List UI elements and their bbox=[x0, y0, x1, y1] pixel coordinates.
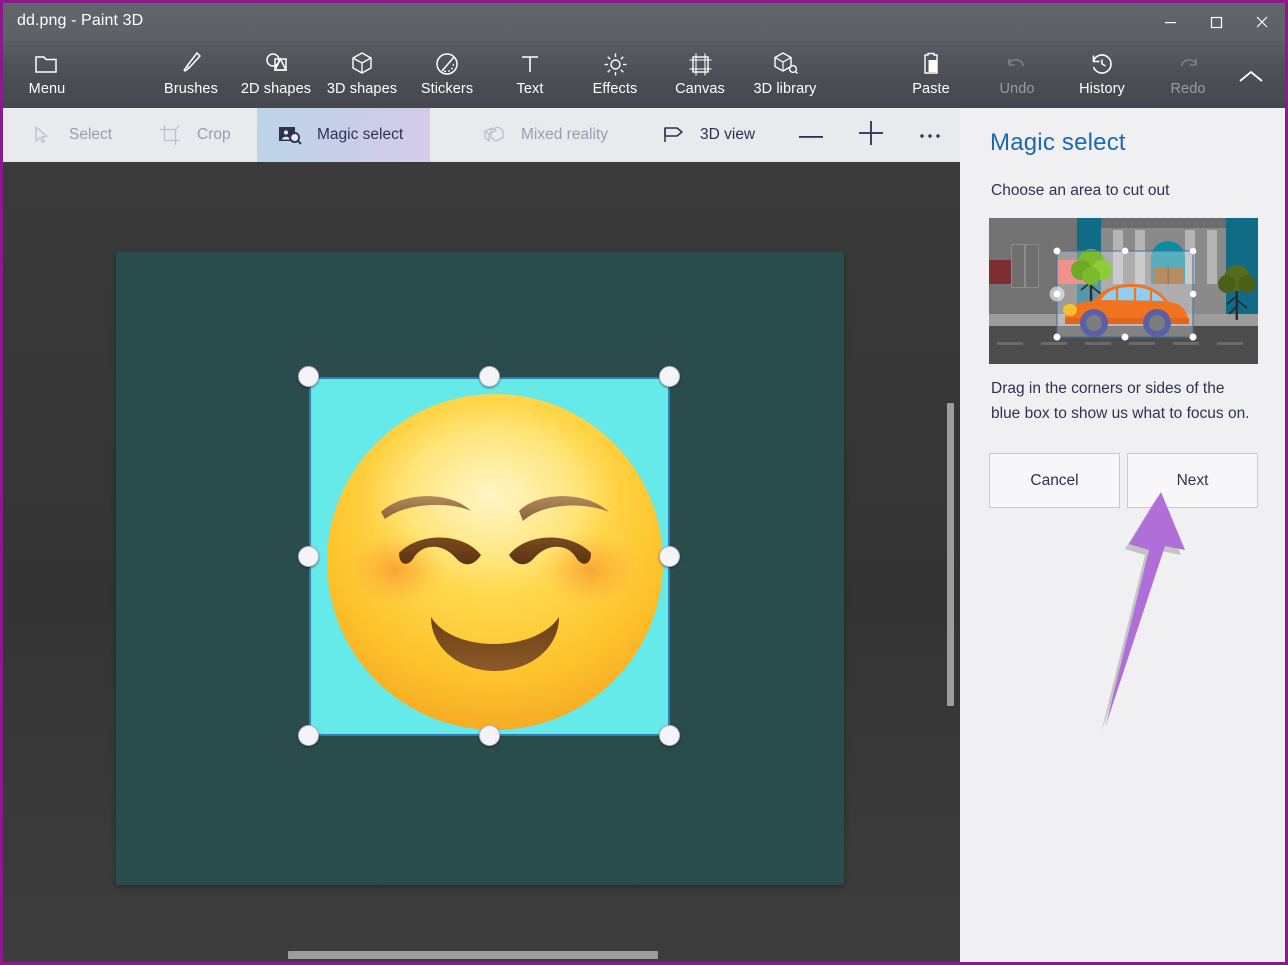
next-button[interactable]: Next bbox=[1127, 453, 1258, 508]
toolbar-item-select[interactable]: Select bbox=[17, 108, 137, 162]
ribbon-item-brushes[interactable]: Brushes bbox=[153, 41, 229, 108]
ribbon-label: Effects bbox=[593, 81, 638, 97]
canvas-horizontal-scrollbar[interactable] bbox=[288, 951, 658, 959]
minus-icon bbox=[799, 126, 823, 144]
canvas-vertical-scrollbar[interactable] bbox=[947, 403, 954, 706]
selection-handle-middle-left[interactable] bbox=[298, 546, 319, 567]
toolbar-label: Select bbox=[69, 126, 112, 144]
crop-icon bbox=[155, 124, 185, 146]
ribbon-label: Stickers bbox=[421, 81, 473, 97]
mixed-reality-icon bbox=[479, 125, 509, 145]
magic-select-panel: Magic select Choose an area to cut out bbox=[960, 108, 1285, 962]
selection-handle-top-right[interactable] bbox=[659, 366, 680, 387]
3d-view-icon bbox=[658, 125, 688, 145]
ribbon-item-paste[interactable]: Paste bbox=[895, 41, 967, 108]
minimize-icon bbox=[1164, 16, 1177, 29]
history-icon bbox=[1089, 49, 1115, 79]
toolbar-label: Magic select bbox=[317, 126, 403, 144]
ribbon-label: Brushes bbox=[164, 81, 218, 97]
chevron-up-icon bbox=[1237, 69, 1265, 90]
toolbar-item-magic-select[interactable]: Magic select bbox=[257, 108, 430, 162]
ribbon-label: Undo bbox=[999, 81, 1034, 97]
magic-select-selection-box[interactable] bbox=[309, 377, 670, 736]
panel-help-text: Drag in the corners or sides of the blue… bbox=[991, 376, 1257, 426]
ribbon-label: History bbox=[1079, 81, 1125, 97]
magic-select-preview-thumbnail bbox=[989, 218, 1258, 364]
ribbon-label: Canvas bbox=[675, 81, 725, 97]
toolbar-label: Crop bbox=[197, 126, 231, 144]
brush-icon bbox=[179, 49, 203, 79]
ribbon-label: Paste bbox=[912, 81, 950, 97]
ribbon-label: Menu bbox=[29, 81, 66, 97]
ribbon-item-2d-shapes[interactable]: 2D shapes bbox=[231, 41, 321, 108]
ellipsis-icon bbox=[919, 126, 943, 144]
stickers-icon bbox=[435, 49, 460, 79]
cancel-button[interactable]: Cancel bbox=[989, 453, 1120, 508]
3d-library-icon bbox=[772, 49, 799, 79]
ribbon-item-canvas[interactable]: Canvas bbox=[661, 41, 739, 108]
ribbon-item-3d-shapes[interactable]: 3D shapes bbox=[317, 41, 407, 108]
selection-handle-top-center[interactable] bbox=[479, 366, 500, 387]
ribbon-label: 2D shapes bbox=[241, 81, 311, 97]
canvas-icon bbox=[688, 49, 713, 79]
toolbar-item-mixed-reality[interactable]: Mixed reality bbox=[469, 108, 634, 162]
2d-shapes-icon bbox=[262, 49, 290, 79]
selection-handle-middle-right[interactable] bbox=[659, 546, 680, 567]
ribbon-item-redo[interactable]: Redo bbox=[1155, 41, 1221, 108]
selection-handle-top-left[interactable] bbox=[298, 366, 319, 387]
ribbon-item-undo[interactable]: Undo bbox=[983, 41, 1051, 108]
ribbon-item-3d-library[interactable]: 3D library bbox=[739, 41, 831, 108]
ribbon-label: Redo bbox=[1170, 81, 1205, 97]
toolbar-label: 3D view bbox=[700, 126, 755, 144]
panel-subtitle: Choose an area to cut out bbox=[991, 182, 1169, 200]
zoom-out-button[interactable] bbox=[789, 108, 833, 162]
overflow-menu-button[interactable] bbox=[909, 108, 953, 162]
ribbon-item-effects[interactable]: Effects bbox=[575, 41, 655, 108]
effects-icon bbox=[603, 49, 628, 79]
selection-handle-bottom-right[interactable] bbox=[659, 725, 680, 746]
close-button[interactable] bbox=[1239, 3, 1285, 41]
zoom-in-button[interactable] bbox=[849, 108, 893, 162]
ribbon-label: 3D library bbox=[753, 81, 816, 97]
paste-icon bbox=[919, 49, 943, 79]
title-bar: dd.png - Paint 3D bbox=[3, 3, 1285, 41]
paint3d-window: dd.png - Paint 3D Menu bbox=[0, 0, 1288, 965]
window-title: dd.png - Paint 3D bbox=[17, 12, 143, 30]
ribbon-label: 3D shapes bbox=[327, 81, 397, 97]
folder-icon bbox=[34, 49, 60, 79]
plus-icon bbox=[859, 121, 883, 150]
ribbon-item-history[interactable]: History bbox=[1061, 41, 1143, 108]
magic-select-icon bbox=[275, 125, 305, 145]
panel-title: Magic select bbox=[990, 129, 1126, 157]
ribbon-item-text[interactable]: Text bbox=[500, 41, 560, 108]
maximize-icon bbox=[1210, 16, 1223, 29]
3d-shapes-icon bbox=[350, 49, 374, 79]
tool-toolbar: Select Crop bbox=[3, 108, 960, 162]
text-icon bbox=[518, 49, 542, 79]
undo-icon bbox=[1004, 49, 1030, 79]
minimize-button[interactable] bbox=[1147, 3, 1193, 41]
selection-handle-bottom-left[interactable] bbox=[298, 725, 319, 746]
ribbon-collapse-button[interactable] bbox=[1225, 41, 1277, 108]
main-ribbon: Menu Brushes 2D shapes bbox=[3, 41, 1285, 108]
maximize-button[interactable] bbox=[1193, 3, 1239, 41]
ribbon-item-stickers[interactable]: Stickers bbox=[409, 41, 485, 108]
redo-icon bbox=[1175, 49, 1201, 79]
ribbon-label: Text bbox=[517, 81, 544, 97]
toolbar-label: Mixed reality bbox=[521, 126, 608, 144]
ribbon-item-menu[interactable]: Menu bbox=[17, 41, 77, 108]
cursor-arrow-icon bbox=[27, 125, 57, 145]
toolbar-item-crop[interactable]: Crop bbox=[145, 108, 255, 162]
toolbar-item-3d-view[interactable]: 3D view bbox=[648, 108, 773, 162]
selection-handle-bottom-center[interactable] bbox=[479, 725, 500, 746]
close-icon bbox=[1255, 15, 1269, 29]
